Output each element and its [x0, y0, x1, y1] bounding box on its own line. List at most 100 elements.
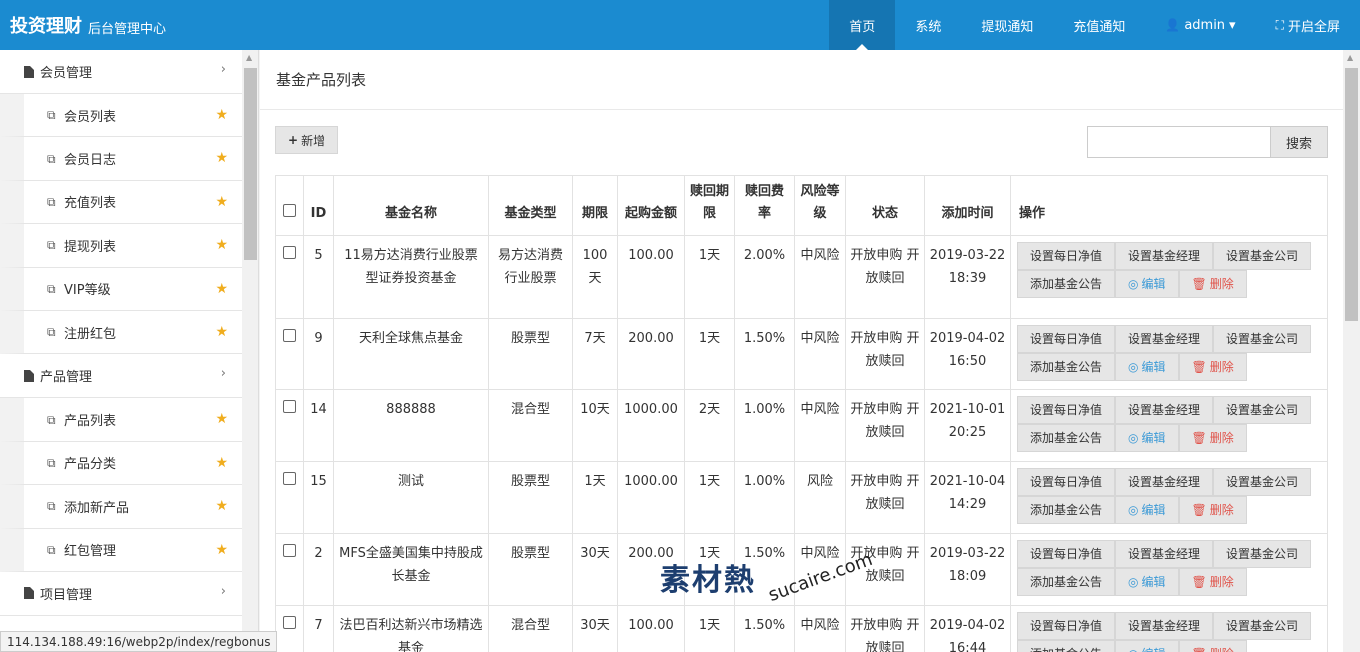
delete-button[interactable]: 🗑删除: [1178, 353, 1247, 381]
sidebar-item-label: 充值列表: [64, 196, 117, 212]
delete-button[interactable]: 🗑删除: [1178, 640, 1247, 652]
delete-button[interactable]: 🗑删除: [1178, 424, 1247, 452]
col-header: 期限: [572, 175, 618, 236]
cell-term: 1天: [572, 461, 618, 534]
col-header: 基金类型: [488, 175, 573, 236]
set-daily-nav-button[interactable]: 设置每日净值: [1017, 242, 1116, 270]
row-select-cell: [275, 605, 304, 652]
set-daily-nav-button[interactable]: 设置每日净值: [1017, 468, 1116, 496]
edit-button[interactable]: ◎编辑: [1115, 640, 1179, 652]
cell-redeem-fee: 1.00%: [734, 389, 795, 462]
add-fund-notice-button[interactable]: 添加基金公告: [1017, 353, 1116, 381]
star-icon: ★: [215, 237, 228, 254]
row-checkbox[interactable]: [283, 246, 296, 259]
set-fund-company-button[interactable]: 设置基金公司: [1213, 325, 1312, 353]
add-button[interactable]: + 新增: [275, 126, 339, 154]
nav-recharge-notice[interactable]: 充值通知: [1053, 0, 1145, 50]
edit-button[interactable]: ◎编辑: [1115, 353, 1179, 381]
edit-button[interactable]: ◎编辑: [1115, 270, 1179, 298]
add-fund-notice-button[interactable]: 添加基金公告: [1017, 568, 1116, 596]
chevron-right-icon: ›: [220, 583, 226, 599]
sidebar-item-product-category[interactable]: ⧉ 产品分类 ★: [0, 441, 242, 486]
add-fund-notice-button[interactable]: 添加基金公告: [1017, 640, 1116, 652]
edit-label: 编辑: [1141, 574, 1166, 589]
set-fund-manager-button[interactable]: 设置基金经理: [1115, 325, 1214, 353]
set-fund-manager-button[interactable]: 设置基金经理: [1115, 540, 1214, 568]
nav-fullscreen[interactable]: ⛶ 开启全屏: [1256, 0, 1360, 50]
scroll-up-icon[interactable]: ▲: [1347, 53, 1353, 62]
set-daily-nav-button[interactable]: 设置每日净值: [1017, 325, 1116, 353]
sidebar-scrollbar[interactable]: ▲: [242, 50, 258, 652]
edit-button[interactable]: ◎编辑: [1115, 496, 1179, 524]
search-input[interactable]: [1087, 126, 1271, 158]
sidebar-item-label: 提现列表: [64, 239, 117, 255]
add-fund-notice-button[interactable]: 添加基金公告: [1017, 496, 1116, 524]
set-daily-nav-button[interactable]: 设置每日净值: [1017, 396, 1116, 424]
edit-label: 编辑: [1141, 430, 1166, 445]
delete-button[interactable]: 🗑删除: [1178, 496, 1247, 524]
edit-button[interactable]: ◎编辑: [1115, 568, 1179, 596]
delete-button[interactable]: 🗑删除: [1178, 568, 1247, 596]
actions-row-1: 设置每日净值 设置基金经理 设置基金公司: [1017, 396, 1321, 424]
set-fund-manager-button[interactable]: 设置基金经理: [1115, 396, 1214, 424]
row-checkbox[interactable]: [283, 544, 296, 557]
sidebar-item-register-bonus[interactable]: ⧉ 注册红包 ★: [0, 310, 242, 355]
trash-icon: 🗑: [1191, 502, 1207, 517]
row-checkbox[interactable]: [283, 400, 296, 413]
sidebar-item-member-list[interactable]: ⧉ 会员列表 ★: [0, 94, 242, 138]
set-fund-manager-button[interactable]: 设置基金经理: [1115, 242, 1214, 270]
col-header: ID: [303, 175, 334, 236]
sidebar-group-products[interactable]: 产品管理 ›: [0, 354, 242, 399]
set-fund-manager-button[interactable]: 设置基金经理: [1115, 612, 1214, 640]
select-all-header: [275, 175, 304, 236]
edit-button[interactable]: ◎编辑: [1115, 424, 1179, 452]
nav-withdraw-notice[interactable]: 提现通知: [961, 0, 1053, 50]
set-fund-company-button[interactable]: 设置基金公司: [1213, 468, 1312, 496]
document-icon: [24, 587, 34, 600]
brand[interactable]: 投资理财 后台管理中心: [10, 0, 166, 50]
set-daily-nav-button[interactable]: 设置每日净值: [1017, 612, 1116, 640]
expand-icon: ⛶: [1275, 17, 1284, 32]
cell-min-amount: 100.00: [617, 605, 685, 652]
sidebar-group-members[interactable]: 会员管理 ›: [0, 50, 242, 94]
search-button[interactable]: 搜索: [1270, 126, 1328, 158]
nav-system[interactable]: 系统: [895, 0, 961, 50]
trash-icon: 🗑: [1191, 276, 1207, 291]
row-checkbox[interactable]: [283, 472, 296, 485]
sidebar-item-add-product[interactable]: ⧉ 添加新产品 ★: [0, 485, 242, 529]
sidebar-group-projects[interactable]: 项目管理 ›: [0, 571, 242, 616]
set-fund-company-button[interactable]: 设置基金公司: [1213, 540, 1312, 568]
cell-redeem-fee: 2.00%: [734, 235, 795, 319]
scroll-up-icon[interactable]: ▲: [246, 53, 252, 62]
sidebar-item-member-log[interactable]: ⧉ 会员日志 ★: [0, 137, 242, 181]
set-fund-company-button[interactable]: 设置基金公司: [1213, 612, 1312, 640]
sidebar-item-product-list[interactable]: ⧉ 产品列表 ★: [0, 398, 242, 442]
nav-home[interactable]: 首页: [829, 0, 896, 50]
sidebar-item-bonus-manage[interactable]: ⧉ 红包管理 ★: [0, 528, 242, 572]
add-fund-notice-button[interactable]: 添加基金公告: [1017, 270, 1116, 298]
sidebar-group-label: 产品管理: [40, 370, 93, 386]
nav-admin-menu[interactable]: 👤 admin ▾: [1145, 0, 1255, 50]
select-all-checkbox[interactable]: [283, 204, 296, 217]
set-fund-company-button[interactable]: 设置基金公司: [1213, 242, 1312, 270]
star-icon: ★: [215, 454, 228, 471]
add-fund-notice-button[interactable]: 添加基金公告: [1017, 424, 1116, 452]
sidebar-item-recharge-list[interactable]: ⧉ 充值列表 ★: [0, 180, 242, 225]
star-icon: ★: [215, 323, 228, 340]
sidebar-item-vip-level[interactable]: ⧉ VIP等级 ★: [0, 267, 242, 311]
row-checkbox[interactable]: [283, 616, 296, 629]
sidebar-item-withdraw-list[interactable]: ⧉ 提现列表 ★: [0, 224, 242, 268]
main-scrollbar[interactable]: ▲: [1343, 50, 1360, 652]
row-checkbox[interactable]: [283, 329, 296, 342]
delete-button[interactable]: 🗑删除: [1178, 270, 1247, 298]
sidebar-scroll-thumb[interactable]: [244, 68, 257, 260]
cell-risk-level: 中风险: [794, 389, 846, 462]
chevron-right-icon: ›: [220, 62, 226, 77]
table-row: 9 天利全球焦点基金 股票型 7天 200.00 1天 1.50% 中风险 开放申购 开放赎回 2…: [275, 318, 1328, 390]
set-daily-nav-button[interactable]: 设置每日净值: [1017, 540, 1116, 568]
actions-row-2: 添加基金公告◎编辑🗑删除: [1017, 270, 1321, 298]
main-scroll-thumb[interactable]: [1345, 68, 1358, 321]
set-fund-company-button[interactable]: 设置基金公司: [1213, 396, 1312, 424]
set-fund-manager-button[interactable]: 设置基金经理: [1115, 468, 1214, 496]
status-bar-url: 114.134.188.49:16/webp2p/index/regbonus: [0, 631, 278, 652]
